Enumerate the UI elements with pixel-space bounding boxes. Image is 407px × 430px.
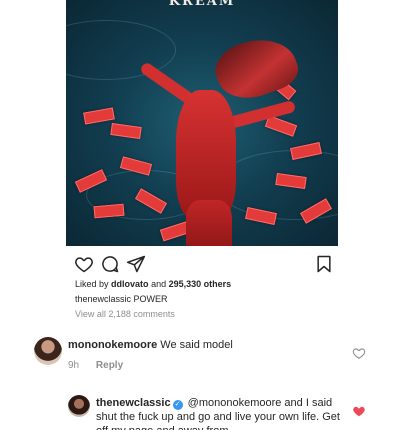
likes-prefix: Liked by <box>75 279 109 289</box>
liked-by-user[interactable]: ddlovato <box>111 279 149 289</box>
comment-meta: 9h Reply <box>68 360 123 371</box>
money-bill <box>83 107 115 125</box>
comment-icon[interactable] <box>100 254 120 274</box>
verified-badge-icon: ✓ <box>172 400 183 410</box>
heart-icon[interactable] <box>352 346 366 360</box>
comment-time: 9h <box>68 360 80 371</box>
avatar[interactable] <box>68 395 90 417</box>
reply-button[interactable]: Reply <box>96 360 123 371</box>
avatar[interactable] <box>34 337 62 365</box>
comment-text: We said model <box>160 339 233 351</box>
caption-username[interactable]: thenewclassic <box>75 294 131 304</box>
paper-plane-icon[interactable] <box>126 254 146 274</box>
bookmark-icon[interactable] <box>314 254 334 274</box>
heart-icon[interactable] <box>74 254 94 274</box>
post-action-bar <box>70 254 336 274</box>
comment-username[interactable]: thenewclassic <box>96 397 171 409</box>
caption-text: POWER <box>133 294 168 304</box>
likes-connector: and <box>151 279 167 289</box>
comment-text-line: thenewclassic ✓ @mononokemoore and I said… <box>96 396 346 430</box>
view-all-comments-link[interactable]: View all 2,188 comments <box>75 309 175 319</box>
likes-line: Liked by ddlovato and 295,330 others <box>75 279 231 289</box>
heart-icon[interactable] <box>352 404 366 418</box>
likes-count[interactable]: 295,330 others <box>169 279 232 289</box>
money-bill <box>110 122 142 140</box>
figure-legs <box>186 200 232 246</box>
post-image[interactable]: KREAM <box>66 0 338 246</box>
post-image-title: KREAM <box>168 0 236 9</box>
post-caption: thenewclassic POWER <box>75 294 168 304</box>
comment-username[interactable]: mononokemoore <box>68 339 157 351</box>
comment-text-line: mononokemoore We said model <box>68 339 233 351</box>
